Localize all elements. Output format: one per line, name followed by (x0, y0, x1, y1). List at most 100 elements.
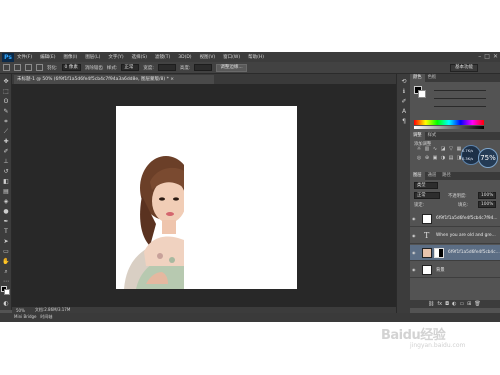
levels-icon[interactable]: ▥ (424, 146, 430, 152)
menu-image[interactable]: 图像(I) (63, 54, 77, 60)
history-brush-tool-icon[interactable]: ↺ (2, 168, 10, 175)
layer-row-selected[interactable]: ◉ 6f9f1f1a5d6fe4f5cb4c... (410, 245, 500, 261)
curves-icon[interactable]: ∿ (432, 146, 438, 152)
marquee-tool-icon[interactable]: ⬚ (2, 88, 10, 95)
channel-mixer-icon[interactable]: ⊕ (424, 155, 430, 161)
move-tool-icon[interactable]: ✥ (2, 78, 10, 85)
blend-mode-select[interactable]: 正常 (414, 192, 440, 199)
color-slider-g[interactable] (434, 98, 486, 99)
brush-tool-icon[interactable]: ✐ (2, 148, 10, 155)
tab-layers[interactable]: 图层 (410, 172, 425, 180)
height-input[interactable] (194, 64, 213, 71)
character-icon[interactable]: A (400, 108, 408, 115)
properties-icon[interactable]: ℹ (400, 88, 408, 95)
zoom-tool-icon[interactable]: ⌕ (2, 268, 10, 275)
tab-adjustments[interactable]: 调整 (410, 132, 425, 140)
mini-bridge-tab[interactable]: Mini Bridge 时间轴 (14, 314, 52, 320)
dodge-tool-icon[interactable]: ● (2, 208, 10, 215)
eye-icon[interactable]: ◉ (412, 233, 418, 238)
menu-view[interactable]: 视图(V) (200, 54, 216, 60)
antialias-checkbox[interactable]: 消除锯齿 (85, 65, 103, 71)
color-spectrum[interactable] (414, 120, 484, 125)
new-adjustment-icon[interactable]: ◐ (452, 301, 456, 307)
subtract-selection-icon[interactable] (36, 64, 43, 71)
opacity-input[interactable]: 100% (478, 192, 496, 199)
eraser-tool-icon[interactable]: ◧ (2, 178, 10, 185)
invert-icon[interactable]: ◑ (440, 155, 446, 161)
paragraph-icon[interactable]: ¶ (400, 118, 408, 125)
color-slider-b[interactable] (434, 106, 486, 107)
history-icon[interactable]: ⟲ (400, 78, 408, 85)
new-layer-icon[interactable]: ⊞ (467, 301, 471, 307)
tab-channels[interactable]: 通道 (425, 172, 440, 180)
close-window-button[interactable]: ✕ (493, 53, 498, 60)
style-select[interactable]: 正常 (121, 64, 140, 71)
layer-kind-filter[interactable]: 类型 (414, 182, 438, 189)
document-tab[interactable]: 未标题-1 @ 50% (6f9f1f1a5d6fe4f5cb4c7f94a3a… (14, 75, 214, 84)
new-group-icon[interactable]: ▭ (459, 301, 464, 307)
vibrance-icon[interactable]: ▽ (448, 146, 454, 152)
layer-row[interactable]: ◉ 6f9f1f1a5d6fe4f5cb4c7f94... (410, 211, 500, 227)
menu-layer[interactable]: 图层(L) (85, 54, 100, 60)
timeline-tab[interactable]: 时间轴 (40, 314, 52, 319)
eye-icon[interactable]: ◉ (412, 216, 418, 221)
tab-swatches[interactable]: 色板 (425, 74, 440, 82)
grayscale-ramp[interactable] (414, 126, 484, 129)
pen-tool-icon[interactable]: ✒ (2, 218, 10, 225)
path-select-tool-icon[interactable]: ➤ (2, 238, 10, 245)
exposure-icon[interactable]: ◪ (440, 146, 446, 152)
brightness-icon[interactable]: ☼ (416, 146, 422, 152)
add-mask-icon[interactable]: ◘ (445, 301, 449, 307)
delete-layer-icon[interactable]: 🗑 (474, 301, 480, 307)
menu-type[interactable]: 文字(Y) (108, 54, 123, 60)
close-tab-icon[interactable]: × (170, 77, 174, 82)
new-selection-icon[interactable] (14, 64, 21, 71)
color-slider-r[interactable] (434, 90, 486, 91)
marquee-tool-icon[interactable] (3, 64, 10, 71)
layer-row[interactable]: ◉ T When you are old and gre... (410, 228, 500, 244)
healing-brush-tool-icon[interactable]: ✚ (2, 138, 10, 145)
menu-file[interactable]: 文件(F) (17, 54, 32, 60)
clone-stamp-tool-icon[interactable]: ⊥ (2, 158, 10, 165)
feather-input[interactable]: 0 像素 (61, 64, 81, 71)
document-canvas[interactable] (116, 106, 297, 289)
layer-mask-thumbnail[interactable] (434, 248, 444, 258)
fill-input[interactable]: 100% (478, 201, 496, 208)
eyedropper-tool-icon[interactable]: ⟋ (2, 128, 10, 135)
tab-color[interactable]: 颜色 (410, 74, 425, 82)
color-lookup-icon[interactable]: ▣ (432, 155, 438, 161)
crop-tool-icon[interactable]: ⌗ (2, 118, 10, 125)
brush-presets-icon[interactable]: ✐ (400, 98, 408, 105)
minimize-button[interactable]: – (478, 53, 481, 60)
type-tool-icon[interactable]: T (2, 228, 10, 235)
gradient-tool-icon[interactable]: ▤ (2, 188, 10, 195)
background-color-swatch[interactable] (4, 289, 10, 295)
menu-3d[interactable]: 3D(D) (178, 55, 191, 60)
zoom-level[interactable]: 50% (16, 308, 25, 313)
layer-row[interactable]: ◉ 背景 (410, 262, 500, 278)
menu-window[interactable]: 窗口(W) (223, 54, 240, 60)
menu-edit[interactable]: 编辑(E) (40, 54, 55, 60)
eye-icon[interactable]: ◉ (412, 250, 418, 255)
workspace-select[interactable]: 基本功能 (450, 64, 478, 72)
shape-tool-icon[interactable]: ▭ (2, 248, 10, 255)
layer-style-icon[interactable]: fx (437, 301, 442, 307)
link-layers-icon[interactable]: ⛓ (428, 301, 434, 307)
width-input[interactable] (157, 64, 176, 71)
more-tools-icon[interactable]: ⋯ (2, 278, 10, 285)
menu-help[interactable]: 帮助(H) (248, 54, 264, 60)
refine-edge-button[interactable]: 调整边缘... (216, 63, 247, 72)
bg-color-chip[interactable] (418, 90, 426, 98)
posterize-icon[interactable]: ▤ (448, 155, 454, 161)
photo-filter-icon[interactable]: ◎ (416, 155, 422, 161)
eye-icon[interactable]: ◉ (412, 267, 418, 272)
canvas-area[interactable] (12, 84, 396, 307)
hand-tool-icon[interactable]: ✋ (2, 258, 10, 265)
maximize-button[interactable]: □ (484, 53, 490, 60)
tab-styles[interactable]: 样式 (425, 132, 440, 140)
lasso-tool-icon[interactable]: ʘ (2, 98, 10, 105)
tab-paths[interactable]: 路径 (439, 172, 454, 180)
add-selection-icon[interactable] (25, 64, 32, 71)
quick-select-tool-icon[interactable]: ✎ (2, 108, 10, 115)
menu-filter[interactable]: 滤镜(T) (155, 54, 170, 60)
